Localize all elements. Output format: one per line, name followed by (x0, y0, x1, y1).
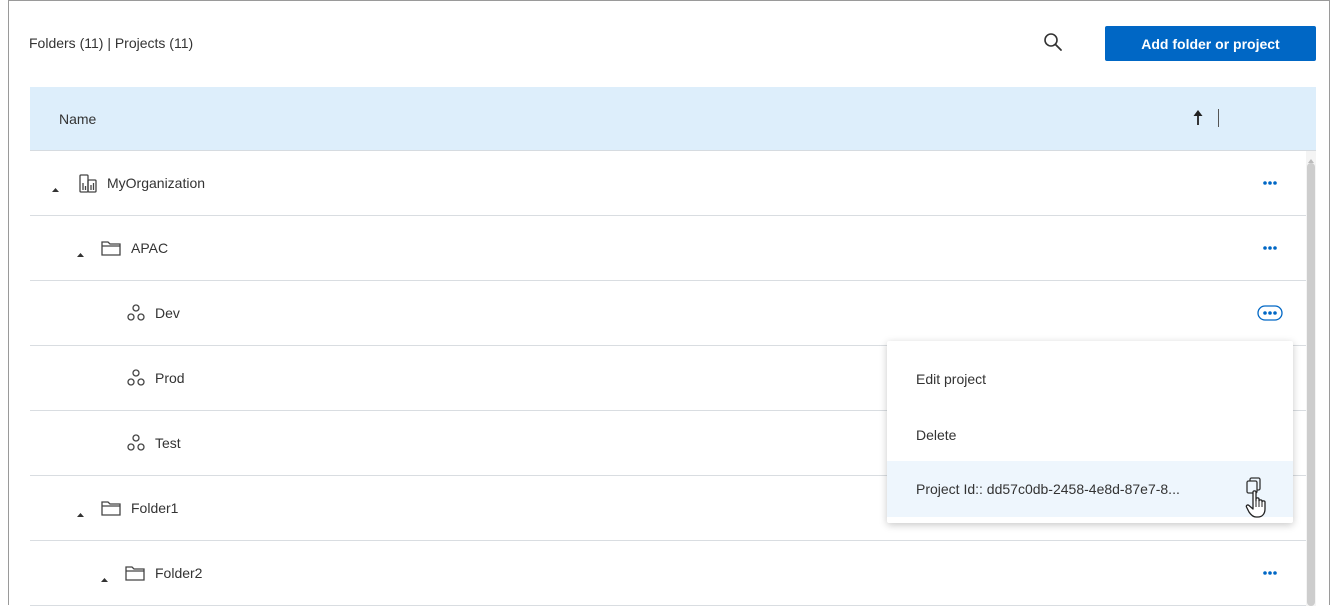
search-icon[interactable] (1042, 31, 1064, 53)
collapse-caret-icon[interactable] (100, 570, 109, 582)
row-label: Prod (155, 370, 185, 386)
collapse-caret-icon[interactable] (76, 505, 85, 517)
collapse-caret-icon[interactable] (76, 245, 85, 257)
row-label: Dev (155, 305, 180, 321)
menu-item-project-id[interactable]: Project Id:: dd57c0db-2458-4e8d-87e7-8..… (887, 461, 1293, 519)
vertical-scrollbar[interactable] (1306, 151, 1316, 606)
project-icon (125, 302, 147, 324)
row-label: Folder2 (155, 565, 203, 581)
scroll-up-arrow-icon[interactable] (1307, 152, 1315, 163)
folder-icon (100, 237, 122, 259)
page-title: Folders (11) | Projects (11) (29, 35, 194, 51)
menu-item-edit-project[interactable]: Edit project (887, 351, 1293, 407)
project-icon (125, 432, 147, 454)
more-actions-button[interactable] (1255, 564, 1285, 582)
menu-item-label: Edit project (916, 371, 987, 387)
collapse-caret-icon[interactable] (51, 180, 60, 192)
menu-item-label: Delete (916, 427, 957, 443)
row-context-menu: Edit project Delete Project Id:: dd57c0d… (887, 341, 1293, 523)
scrollbar-thumb[interactable] (1307, 163, 1315, 606)
pointer-hand-cursor-icon (1245, 489, 1271, 519)
table-header: Name (30, 87, 1316, 151)
top-bar: Folders (11) | Projects (11) Add folder … (9, 1, 1329, 85)
table-row[interactable]: Dev (30, 281, 1306, 346)
sort-ascending-icon[interactable] (1191, 109, 1205, 127)
menu-item-delete[interactable]: Delete (887, 407, 1293, 463)
more-actions-button-active[interactable] (1255, 304, 1285, 322)
row-label: Test (155, 435, 181, 451)
table-row[interactable]: APAC (30, 216, 1306, 281)
row-label: APAC (131, 240, 169, 256)
more-actions-button[interactable] (1255, 239, 1285, 257)
folder-icon (100, 497, 122, 519)
app-frame: Folders (11) | Projects (11) Add folder … (8, 0, 1330, 606)
project-icon (125, 367, 147, 389)
add-folder-or-project-button[interactable]: Add folder or project (1105, 26, 1316, 61)
row-label: MyOrganization (107, 175, 206, 191)
more-actions-button[interactable] (1255, 174, 1285, 192)
table-row[interactable]: Folder2 (30, 541, 1306, 606)
organization-icon (77, 172, 99, 194)
column-header-name[interactable]: Name (59, 111, 96, 127)
table-row[interactable]: MyOrganization (30, 151, 1306, 216)
column-resize-handle[interactable] (1218, 109, 1219, 127)
row-label: Folder1 (131, 500, 179, 516)
project-id-text: Project Id:: dd57c0db-2458-4e8d-87e7-8..… (916, 481, 1180, 497)
folder-icon (124, 562, 146, 584)
